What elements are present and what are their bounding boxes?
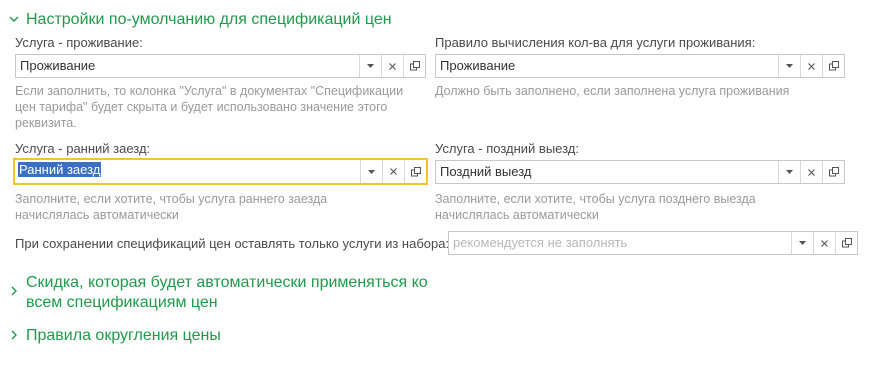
accommodation-label: Услуга - проживание: bbox=[15, 35, 143, 50]
group-title-defaults[interactable]: Настройки по-умолчанию для спецификаций … bbox=[26, 10, 392, 30]
late-checkout-label: Услуга - поздний выезд: bbox=[435, 141, 579, 156]
x-icon bbox=[808, 62, 815, 70]
service-set-input[interactable]: рекомендуется не заполнять bbox=[449, 232, 791, 254]
early-checkin-value[interactable]: Ранний заезд bbox=[15, 160, 360, 183]
late-checkout-hint: Заполните, если хотите, чтобы услуга поз… bbox=[435, 192, 756, 222]
early-checkin-label: Услуга - ранний заезд: bbox=[15, 141, 151, 156]
open-form-icon bbox=[410, 166, 421, 176]
accommodation-field[interactable]: Проживание bbox=[15, 54, 426, 78]
quantity-rule-field[interactable]: Проживание bbox=[435, 54, 845, 78]
triangle-down-icon bbox=[799, 241, 806, 245]
dropdown-button[interactable] bbox=[791, 232, 813, 254]
clear-button[interactable] bbox=[800, 161, 822, 183]
early-checkin-field[interactable]: Ранний заезд bbox=[13, 158, 428, 185]
open-form-icon bbox=[409, 61, 420, 71]
x-icon bbox=[390, 168, 397, 175]
open-button[interactable] bbox=[822, 161, 844, 183]
x-icon bbox=[389, 62, 396, 70]
service-set-field[interactable]: рекомендуется не заполнять bbox=[448, 231, 858, 255]
triangle-down-icon bbox=[786, 170, 793, 174]
clear-button[interactable] bbox=[381, 55, 403, 77]
open-button[interactable] bbox=[822, 55, 844, 77]
dropdown-button[interactable] bbox=[359, 55, 381, 77]
selected-text: Ранний заезд bbox=[18, 162, 102, 177]
late-checkout-field[interactable]: Поздний выезд bbox=[435, 160, 845, 184]
group-title-discount[interactable]: Скидка, которая будет автоматически прим… bbox=[26, 273, 436, 313]
open-form-icon bbox=[828, 167, 839, 177]
open-button[interactable] bbox=[403, 55, 425, 77]
dropdown-button[interactable] bbox=[778, 55, 800, 77]
triangle-down-icon bbox=[786, 64, 793, 68]
x-icon bbox=[808, 168, 815, 176]
chevron-right-icon[interactable] bbox=[9, 282, 19, 302]
quantity-rule-hint: Должно быть заполнено, если заполнена ус… bbox=[435, 84, 790, 98]
open-form-icon bbox=[828, 61, 839, 71]
clear-button[interactable] bbox=[813, 232, 835, 254]
dropdown-button[interactable] bbox=[360, 160, 382, 183]
chevron-down-icon[interactable] bbox=[8, 10, 20, 30]
open-button[interactable] bbox=[835, 232, 857, 254]
triangle-down-icon bbox=[367, 64, 374, 68]
chevron-right-icon[interactable] bbox=[9, 326, 19, 346]
triangle-down-icon bbox=[368, 169, 375, 174]
early-checkin-hint: Заполните, если хотите, чтобы услуга ран… bbox=[15, 192, 328, 222]
accommodation-value[interactable]: Проживание bbox=[16, 55, 359, 77]
x-icon bbox=[821, 239, 828, 247]
late-checkout-value[interactable]: Поздний выезд bbox=[436, 161, 778, 183]
accommodation-hint: Если заполнить, то колонка "Услуга" в до… bbox=[15, 84, 404, 130]
service-set-label: При сохранении спецификаций цен оставлят… bbox=[15, 236, 450, 251]
quantity-rule-label: Правило вычисления кол-ва для услуги про… bbox=[435, 35, 756, 50]
clear-button[interactable] bbox=[800, 55, 822, 77]
dropdown-button[interactable] bbox=[778, 161, 800, 183]
quantity-rule-value[interactable]: Проживание bbox=[436, 55, 778, 77]
open-form-icon bbox=[841, 238, 852, 248]
clear-button[interactable] bbox=[382, 160, 404, 183]
group-title-rounding[interactable]: Правила округления цены bbox=[26, 326, 221, 346]
open-button[interactable] bbox=[404, 160, 426, 183]
